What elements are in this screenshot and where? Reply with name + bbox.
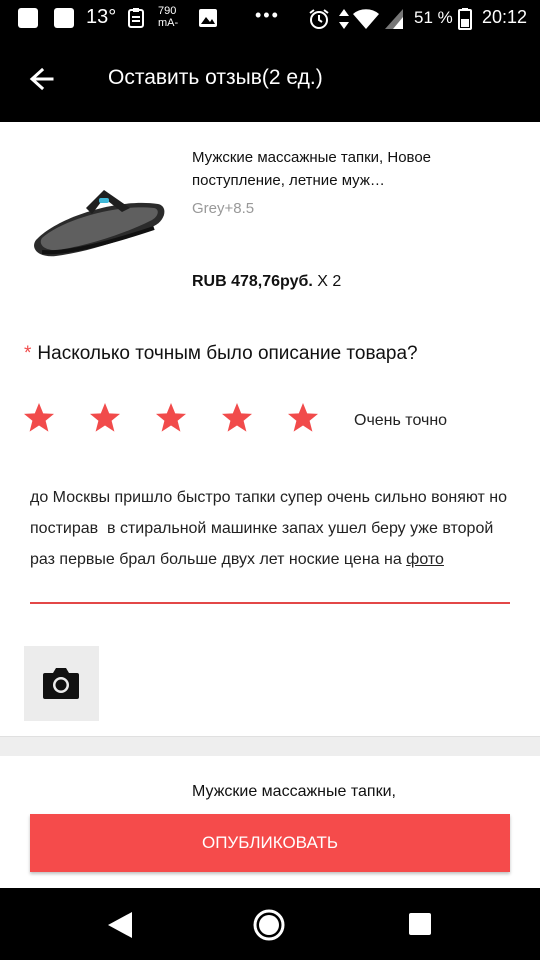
camera-icon [43,668,79,699]
notification-icon [54,8,74,28]
star-icon[interactable] [22,401,56,435]
product-price: RUB 478,76руб. [192,273,313,290]
product2-title: Мужские массажные тапки, [192,783,396,800]
app-bar: Оставить отзыв(2 ед.) [0,36,540,122]
review-text-underlined: фото [406,551,444,568]
review-textarea[interactable]: до Москвы пришло быстро тапки супер очен… [30,482,518,575]
star-icon[interactable] [88,401,122,435]
clock-time: 20:12 [482,7,528,27]
rating-label: Очень точно [354,412,448,429]
temperature-text: 13° [86,6,117,28]
rating-question: * Насколько точным было описание товара? [24,343,418,365]
nav-recent-icon[interactable] [408,912,432,936]
section-divider [0,736,540,756]
product-price-line: RUB 478,76руб. X 2 [192,273,341,291]
star-icon[interactable] [286,401,320,435]
question-text: Насколько точным было описание товара? [37,343,418,364]
back-button[interactable] [20,58,64,102]
review-field-underline [30,602,510,604]
battery-percent-text: 51 % [414,8,453,27]
star-icon[interactable] [154,401,188,435]
arrow-left-icon [29,67,54,91]
star-rating[interactable] [22,401,332,441]
alarm-icon [309,9,329,29]
system-nav-bar [0,888,540,960]
product-image [26,148,176,288]
wifi-icon [353,9,379,29]
notification-icon [18,8,38,28]
product-variant: Grey+8.5 [192,200,255,217]
nav-home-icon[interactable] [252,908,286,942]
add-photo-button[interactable] [24,646,99,721]
overflow-dots: ••• [255,5,280,25]
page-title: Оставить отзыв(2 ед.) [108,66,323,89]
cell-signal-icon [385,9,403,29]
clipboard-icon [128,8,144,28]
battery-current-readout: 790 mA- [158,5,179,29]
battery-icon [458,8,472,30]
required-mark: * [24,343,32,364]
star-icon[interactable] [220,401,254,435]
flip-flop-sandal-image [34,190,165,257]
publish-button[interactable]: ОПУБЛИКОВАТЬ [30,814,510,872]
image-icon [199,9,217,27]
product-title[interactable]: Мужские массажные тапки, Новое поступлен… [192,146,512,192]
status-bar: 13° 790 mA- ••• 51 % 20:12 [0,0,540,36]
nav-back-icon[interactable] [106,910,134,940]
product-quantity: X 2 [317,273,342,290]
data-transfer-icon [339,9,349,29]
